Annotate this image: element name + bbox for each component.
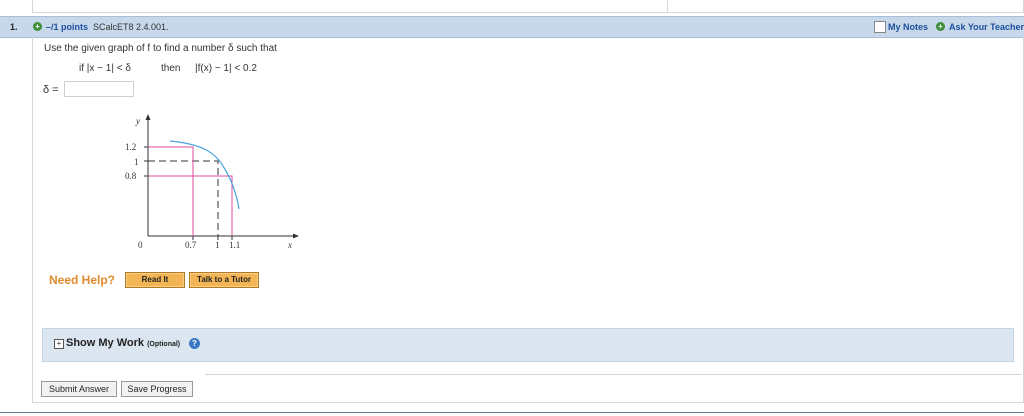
y-tick-label: 1.2 (125, 142, 136, 152)
delta-input[interactable] (64, 81, 134, 97)
y-tick-label: 1 (134, 157, 139, 167)
save-progress-button[interactable]: Save Progress (121, 381, 193, 397)
guide-y08 (148, 175, 233, 236)
show-my-work-label: Show My Work (66, 337, 145, 349)
x-tick-label: 1.1 (229, 240, 240, 250)
submit-answer-button[interactable]: Submit Answer (41, 381, 117, 397)
guide-y12 (148, 146, 194, 236)
function-curve (169, 140, 240, 210)
y-axis-arrow (145, 114, 151, 120)
y-axis-label: y (135, 116, 140, 126)
frame-separator (667, 0, 668, 12)
notes-icon[interactable] (874, 21, 886, 33)
x-tick-label: 0.7 (185, 240, 197, 250)
points-label: –/1 points (46, 22, 89, 32)
function-graph: y x 1.2 1 0.8 0 0.7 1 1.1 (125, 114, 299, 250)
condition-then: then (161, 63, 181, 74)
x-tick-label: 0 (138, 240, 143, 250)
my-notes-link[interactable]: My Notes (888, 22, 928, 32)
ask-teacher-plus-icon[interactable]: + (936, 22, 945, 31)
question-prompt: Use the given graph of f to find a numbe… (44, 43, 277, 54)
x-axis-label: x (287, 240, 292, 250)
dashed-guide-y1 (148, 160, 219, 236)
x-axis-arrow (293, 233, 299, 239)
show-my-work-panel: + Show My Work (Optional) ? (42, 328, 1014, 362)
talk-to-tutor-button[interactable]: Talk to a Tutor (189, 272, 259, 288)
question-number: 1. (10, 22, 18, 32)
ask-teacher-link[interactable]: Ask Your Teacher (949, 22, 1024, 32)
expand-icon[interactable]: + (54, 339, 64, 349)
read-it-button[interactable]: Read It (125, 272, 185, 288)
delta-label: δ = (43, 84, 59, 96)
x-tick-label: 1 (215, 240, 220, 250)
points-plus-icon[interactable]: + (33, 22, 42, 31)
question-header-bar: 1. + –/1 points SCalcET8 2.4.001. My Not… (0, 16, 1024, 38)
need-help-label: Need Help? (49, 273, 116, 287)
bottom-divider (0, 412, 1024, 413)
show-my-work-title[interactable]: Show My Work (Optional) (66, 337, 180, 349)
y-tick-label: 0.8 (125, 171, 137, 181)
optional-label: (Optional) (147, 341, 181, 348)
footer-divider (205, 374, 1022, 375)
previous-question-frame (32, 0, 1024, 13)
condition-if: if |x − 1| < δ (79, 63, 131, 74)
condition-result: |f(x) − 1| < 0.2 (195, 63, 257, 74)
help-icon[interactable]: ? (189, 338, 200, 349)
assignment-id: SCalcET8 2.4.001. (93, 22, 169, 32)
